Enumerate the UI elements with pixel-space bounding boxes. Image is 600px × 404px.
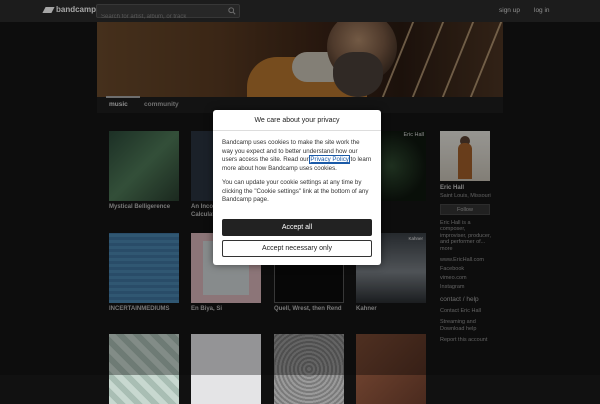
dialog-text-2: You can update your cookie settings at a…: [222, 179, 369, 203]
dialog-text-1: Bandcamp uses cookies to make the site w…: [222, 139, 372, 172]
accept-necessary-button[interactable]: Accept necessary only: [222, 240, 372, 257]
privacy-dialog: We care about your privacy Bandcamp uses…: [213, 110, 381, 265]
privacy-policy-link[interactable]: Privacy Policy: [309, 155, 350, 164]
dialog-title: We care about your privacy: [213, 110, 381, 131]
accept-all-button[interactable]: Accept all: [222, 219, 372, 236]
